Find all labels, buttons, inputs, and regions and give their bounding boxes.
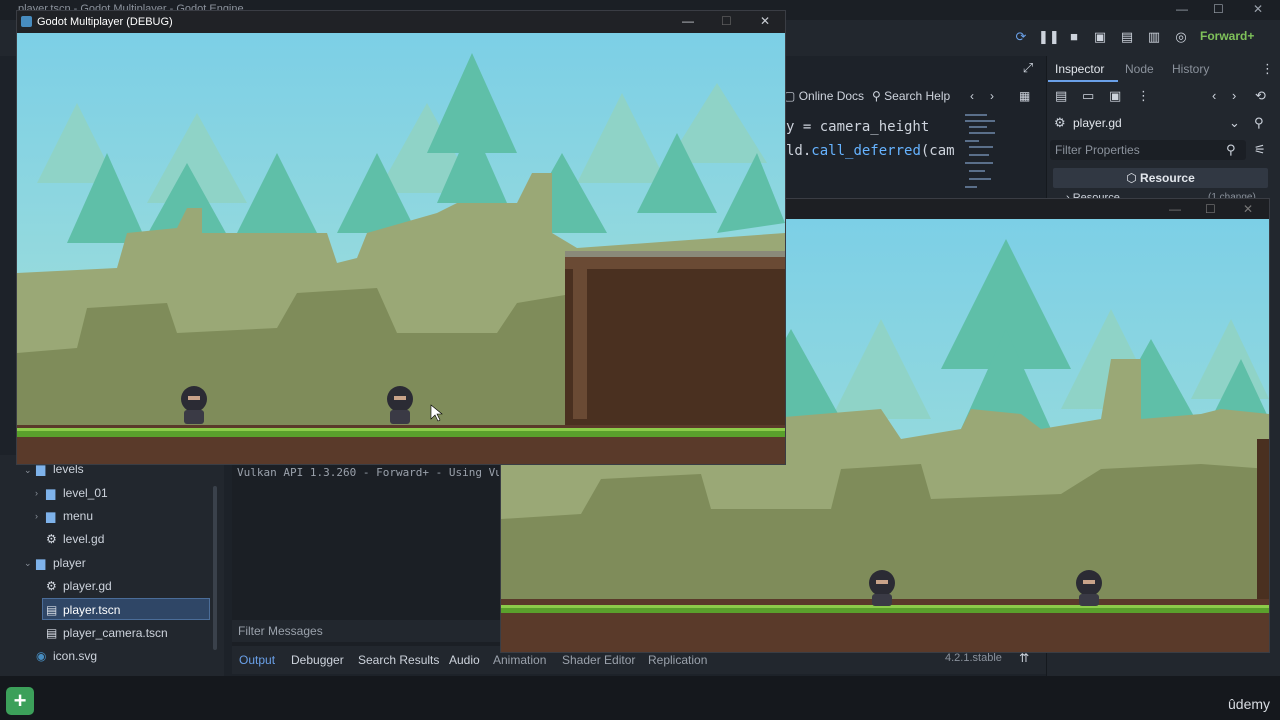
reload-icon[interactable]: ⟳ bbox=[1012, 28, 1030, 46]
tab-node[interactable]: Node bbox=[1125, 62, 1154, 76]
script-gear-icon: ⚙ bbox=[1054, 115, 1066, 130]
code-minimap[interactable] bbox=[963, 110, 1003, 198]
close-icon[interactable]: ✕ bbox=[1243, 202, 1253, 216]
inspector-back-icon[interactable]: ‹ bbox=[1212, 88, 1216, 103]
fs-item-player-camera-tscn[interactable]: player_camera.tscn bbox=[63, 626, 168, 640]
new-resource-icon[interactable]: ▤ bbox=[1055, 88, 1067, 104]
resource-icon: ⬡ bbox=[1126, 171, 1141, 185]
play-scene-icon[interactable]: ▤ bbox=[1118, 28, 1136, 46]
load-resource-icon[interactable]: ▭ bbox=[1082, 88, 1094, 104]
tab-audio[interactable]: Audio bbox=[449, 653, 480, 667]
search-help-link[interactable]: ⚲ Search Help bbox=[872, 89, 950, 103]
scene-icon: ▤ bbox=[46, 603, 58, 617]
search-icon: ⚲ bbox=[1226, 142, 1236, 157]
toggle-scripts-panel-icon[interactable]: ▦ bbox=[1019, 89, 1030, 103]
game-viewport[interactable] bbox=[17, 33, 785, 464]
resource-section-header[interactable]: ⬡ Resource bbox=[1053, 168, 1268, 188]
add-button[interactable]: + bbox=[6, 687, 34, 715]
filter-properties-input[interactable]: Filter Properties bbox=[1050, 140, 1246, 160]
taskbar bbox=[0, 676, 1280, 720]
tab-animation[interactable]: Animation bbox=[493, 653, 546, 667]
window-titlebar[interactable]: Godot Multiplayer (DEBUG) — ☐ ✕ bbox=[17, 11, 785, 33]
engine-version: 4.2.1.stable bbox=[945, 652, 1002, 664]
folder-icon: ▆ bbox=[36, 556, 46, 570]
search-help-icon: ⚲ bbox=[872, 89, 881, 103]
close-icon[interactable]: ✕ bbox=[760, 14, 770, 28]
script-gear-icon: ⚙ bbox=[46, 579, 57, 593]
history-back-icon[interactable]: ‹ bbox=[970, 89, 974, 103]
code-line-2[interactable]: ld.call_deferred(cam bbox=[786, 143, 955, 159]
script-gear-icon: ⚙ bbox=[46, 532, 57, 546]
godot-logo-icon bbox=[21, 16, 32, 27]
udemy-watermark: ûdemy bbox=[1228, 696, 1271, 712]
tab-replication[interactable]: Replication bbox=[648, 653, 707, 667]
code-line-1[interactable]: y = camera_height bbox=[786, 119, 929, 135]
tab-debugger[interactable]: Debugger bbox=[291, 653, 344, 667]
history-forward-icon[interactable]: › bbox=[990, 89, 994, 103]
movie-maker-icon[interactable]: ◎ bbox=[1172, 28, 1190, 46]
game-window-host[interactable]: Godot Multiplayer (DEBUG) — ☐ ✕ bbox=[16, 10, 786, 465]
active-tab-indicator bbox=[1048, 80, 1118, 82]
tab-history[interactable]: History bbox=[1172, 62, 1209, 76]
maximize-icon[interactable]: ☐ bbox=[721, 14, 732, 28]
object-properties-icon[interactable]: ⚲ bbox=[1254, 115, 1264, 131]
fs-item-player[interactable]: player bbox=[53, 556, 86, 570]
filter-messages-input[interactable]: Filter Messages bbox=[232, 620, 500, 642]
inspector-forward-icon[interactable]: › bbox=[1232, 88, 1236, 103]
tab-shader-editor[interactable]: Shader Editor bbox=[562, 653, 635, 667]
output-log-line: Vulkan API 1.3.260 - Forward+ - Using Vu… bbox=[237, 466, 499, 479]
stop-icon[interactable]: ■ bbox=[1065, 28, 1083, 46]
expand-arrow-icon[interactable]: ⌄ bbox=[24, 558, 32, 569]
player-character bbox=[181, 386, 207, 424]
save-resource-icon[interactable]: ▣ bbox=[1109, 88, 1121, 104]
renderer-selector[interactable]: Forward+ bbox=[1200, 29, 1254, 43]
fs-item-player-tscn[interactable]: player.tscn bbox=[63, 603, 120, 617]
chevron-down-icon[interactable]: ⌄ bbox=[1229, 115, 1240, 131]
filesystem-dock bbox=[0, 455, 224, 676]
fs-item-level-gd[interactable]: level.gd bbox=[63, 532, 104, 546]
game-scene bbox=[17, 33, 785, 464]
minimize-icon[interactable]: — bbox=[682, 14, 694, 28]
pin-panel-icon[interactable]: ⇈ bbox=[1019, 651, 1029, 665]
tab-inspector[interactable]: Inspector bbox=[1055, 62, 1104, 76]
minimize-icon[interactable]: — bbox=[1169, 202, 1181, 216]
inspected-resource-name[interactable]: player.gd bbox=[1073, 116, 1122, 130]
collapse-arrow-icon[interactable]: › bbox=[35, 488, 38, 498]
player-character bbox=[869, 570, 895, 606]
fs-item-player-gd[interactable]: player.gd bbox=[63, 579, 112, 593]
play-custom-scene-icon[interactable]: ▥ bbox=[1145, 28, 1163, 46]
folder-icon: ▆ bbox=[46, 509, 56, 523]
tab-output[interactable]: Output bbox=[239, 653, 275, 667]
folder-icon: ▆ bbox=[46, 486, 56, 500]
pause-icon[interactable]: ❚❚ bbox=[1038, 28, 1060, 46]
filesystem-scrollbar[interactable] bbox=[213, 486, 217, 650]
property-filter-options-icon[interactable]: ⚟ bbox=[1254, 142, 1266, 158]
player-character bbox=[387, 386, 413, 424]
distraction-free-icon[interactable]: ⤢ bbox=[1019, 59, 1037, 77]
expand-arrow-icon[interactable]: ⌄ bbox=[24, 465, 32, 476]
fs-item-menu[interactable]: menu bbox=[63, 509, 93, 523]
godot-logo-icon: ◉ bbox=[36, 649, 47, 663]
fs-item-icon-svg[interactable]: icon.svg bbox=[53, 649, 97, 663]
window-title: Godot Multiplayer (DEBUG) bbox=[37, 16, 173, 28]
scene-icon: ▤ bbox=[46, 626, 58, 640]
remote-debug-icon[interactable]: ▣ bbox=[1091, 28, 1109, 46]
close-icon[interactable]: ✕ bbox=[1253, 2, 1263, 16]
inspector-menu-icon[interactable]: ⋮ bbox=[1261, 61, 1274, 77]
cliff-platform bbox=[565, 251, 785, 425]
player-character bbox=[1076, 570, 1102, 606]
inspector-history-icon[interactable]: ⟲ bbox=[1255, 88, 1266, 104]
collapse-arrow-icon[interactable]: › bbox=[35, 511, 38, 521]
fs-item-level-01[interactable]: level_01 bbox=[63, 486, 108, 500]
minimize-icon[interactable]: — bbox=[1176, 2, 1188, 16]
resource-options-icon[interactable]: ⋮ bbox=[1137, 88, 1150, 104]
online-docs-link[interactable]: ▢ Online Docs bbox=[784, 89, 864, 103]
maximize-icon[interactable]: ☐ bbox=[1205, 202, 1216, 216]
maximize-icon[interactable]: ☐ bbox=[1213, 2, 1224, 16]
tab-search-results[interactable]: Search Results bbox=[358, 653, 439, 667]
